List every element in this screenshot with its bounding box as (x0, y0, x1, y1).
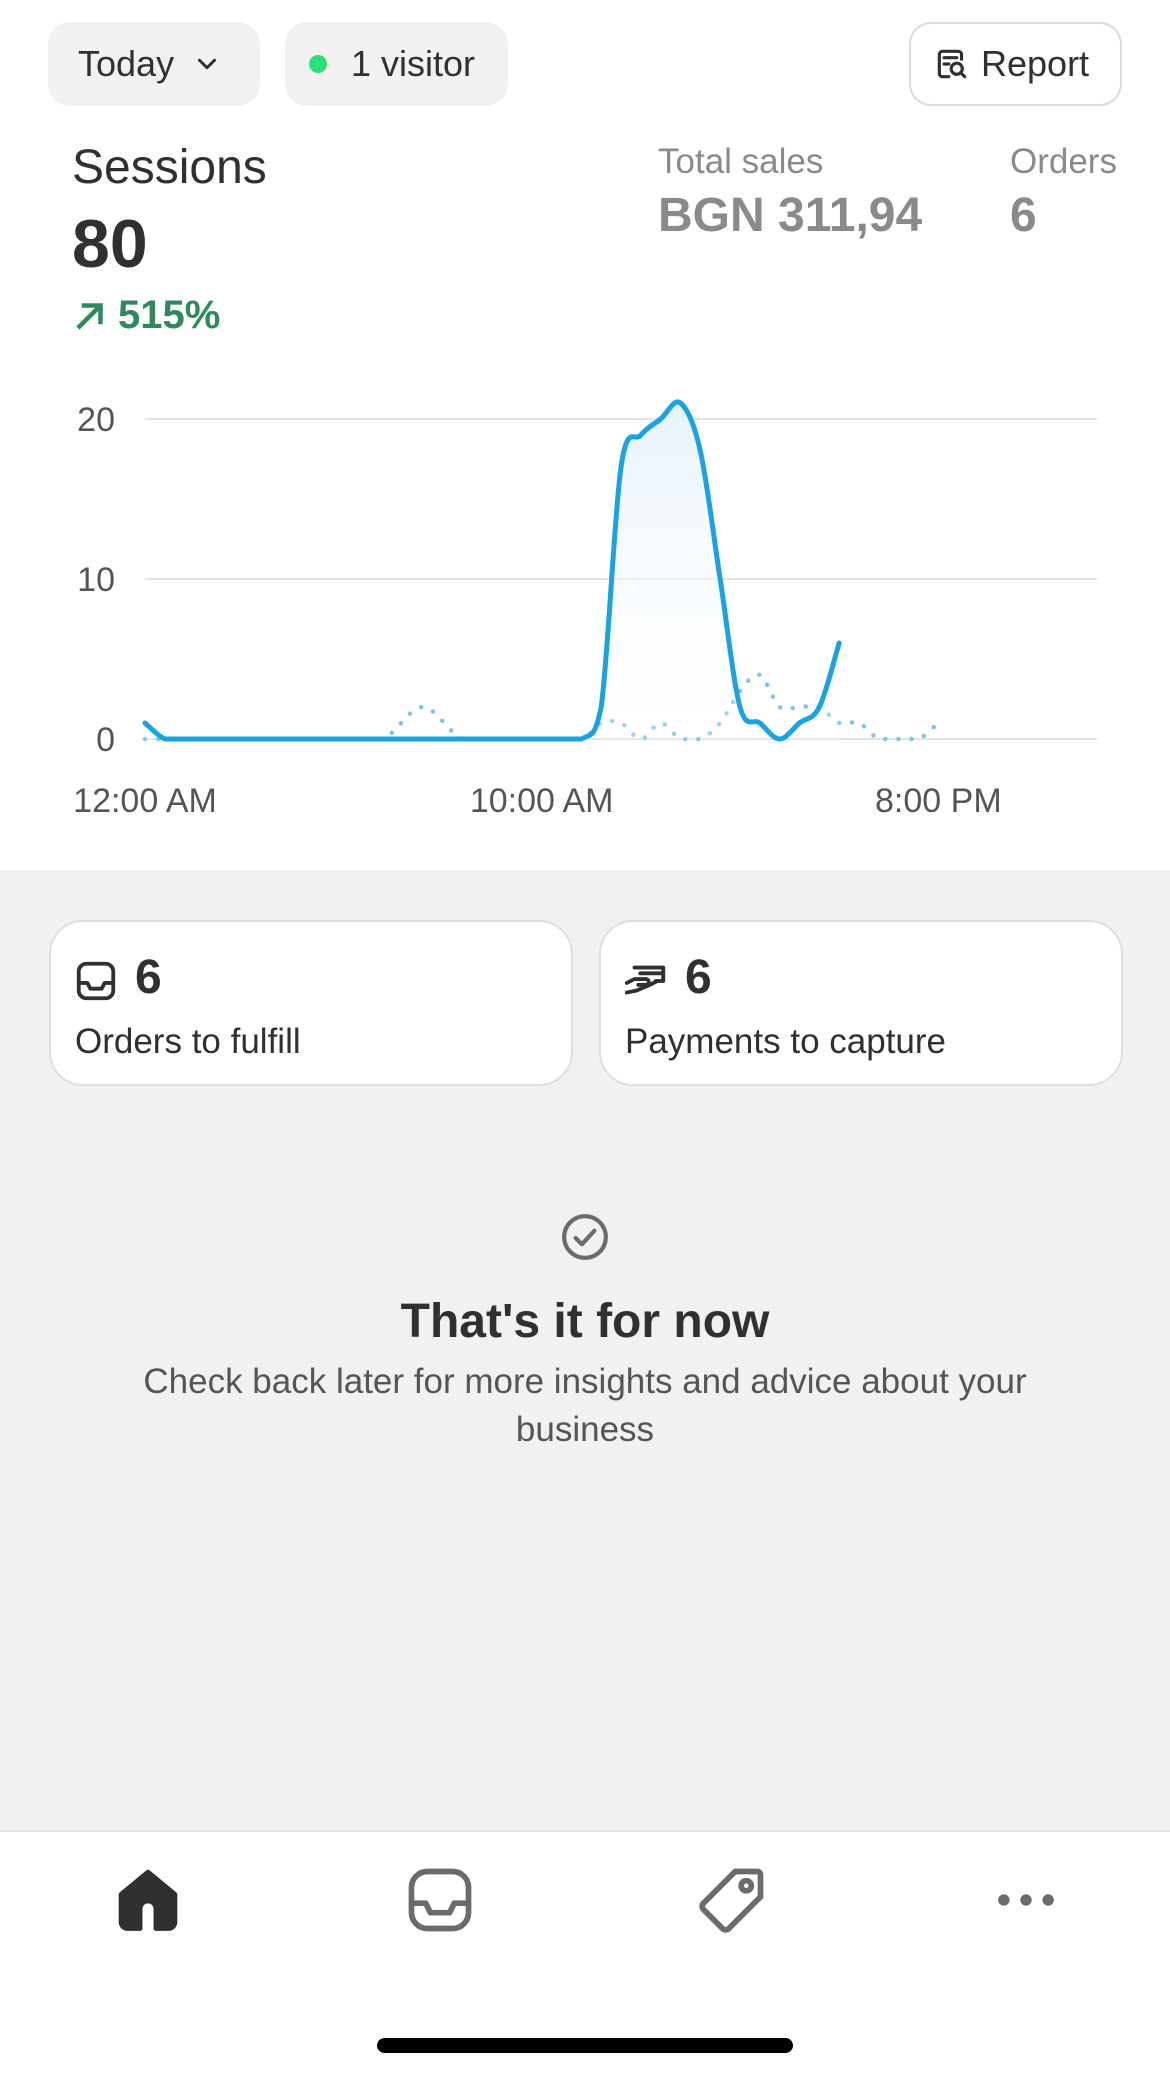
more-icon[interactable] (988, 1862, 1064, 1938)
chevron-down-icon (198, 58, 217, 70)
x-tick-label: 10:00 AM (470, 782, 614, 820)
arrow-up-right-icon (76, 302, 103, 330)
sessions-chart: 0 10 20 12:00 AM 10:00 AM 8:00 PM (73, 399, 1097, 820)
orders-to-fulfill-label: Orders to fulfill (75, 1022, 301, 1061)
y-tick-label: 0 (96, 721, 115, 759)
series-line-current (142, 399, 842, 742)
report-search-icon (937, 49, 967, 79)
x-tick-label: 12:00 AM (73, 782, 217, 820)
x-tick-label: 8:00 PM (875, 782, 1002, 820)
products-tag-icon[interactable] (694, 1862, 770, 1938)
home-indicator (377, 2038, 793, 2053)
total-sales-label[interactable]: Total sales (658, 142, 823, 182)
y-tick-label: 20 (77, 401, 115, 439)
orders-label[interactable]: Orders (1010, 142, 1117, 182)
home-screen: Today 1 visitor Report Sessions 80 515% … (0, 0, 1170, 2077)
live-visitors-button[interactable]: 1 visitor (285, 22, 508, 106)
report-label: Report (981, 43, 1090, 84)
live-visitors-label: 1 visitor (351, 43, 476, 84)
check-circle-icon (562, 1214, 608, 1260)
orders-to-fulfill-count: 6 (135, 951, 162, 1004)
orders-icon[interactable] (402, 1862, 478, 1938)
home-icon[interactable] (110, 1862, 186, 1938)
sessions-label[interactable]: Sessions (72, 140, 267, 195)
report-button[interactable]: Report (909, 22, 1122, 106)
sessions-change-value: 515% (118, 293, 221, 337)
empty-state-body: Check back later for more insights and a… (143, 1362, 1027, 1449)
y-tick-label: 10 (77, 561, 115, 599)
date-range-label: Today (78, 43, 175, 84)
payments-to-capture-card[interactable]: 6 Payments to capture (599, 920, 1123, 1086)
inbox-icon (76, 961, 116, 1001)
orders-to-fulfill-card[interactable]: 6 Orders to fulfill (49, 920, 573, 1086)
live-dot-icon (309, 55, 327, 73)
sessions-value: 80 (72, 206, 148, 282)
date-range-dropdown[interactable]: Today (48, 22, 260, 106)
payments-to-capture-label: Payments to capture (625, 1022, 946, 1061)
empty-state-title: That's it for now (400, 1295, 770, 1348)
sessions-change: 515% (72, 293, 220, 338)
orders-value: 6 (1010, 189, 1037, 242)
payments-to-capture-count: 6 (685, 951, 712, 1004)
payment-hand-icon (624, 965, 666, 995)
total-sales-value: BGN 311,94 (658, 189, 923, 242)
